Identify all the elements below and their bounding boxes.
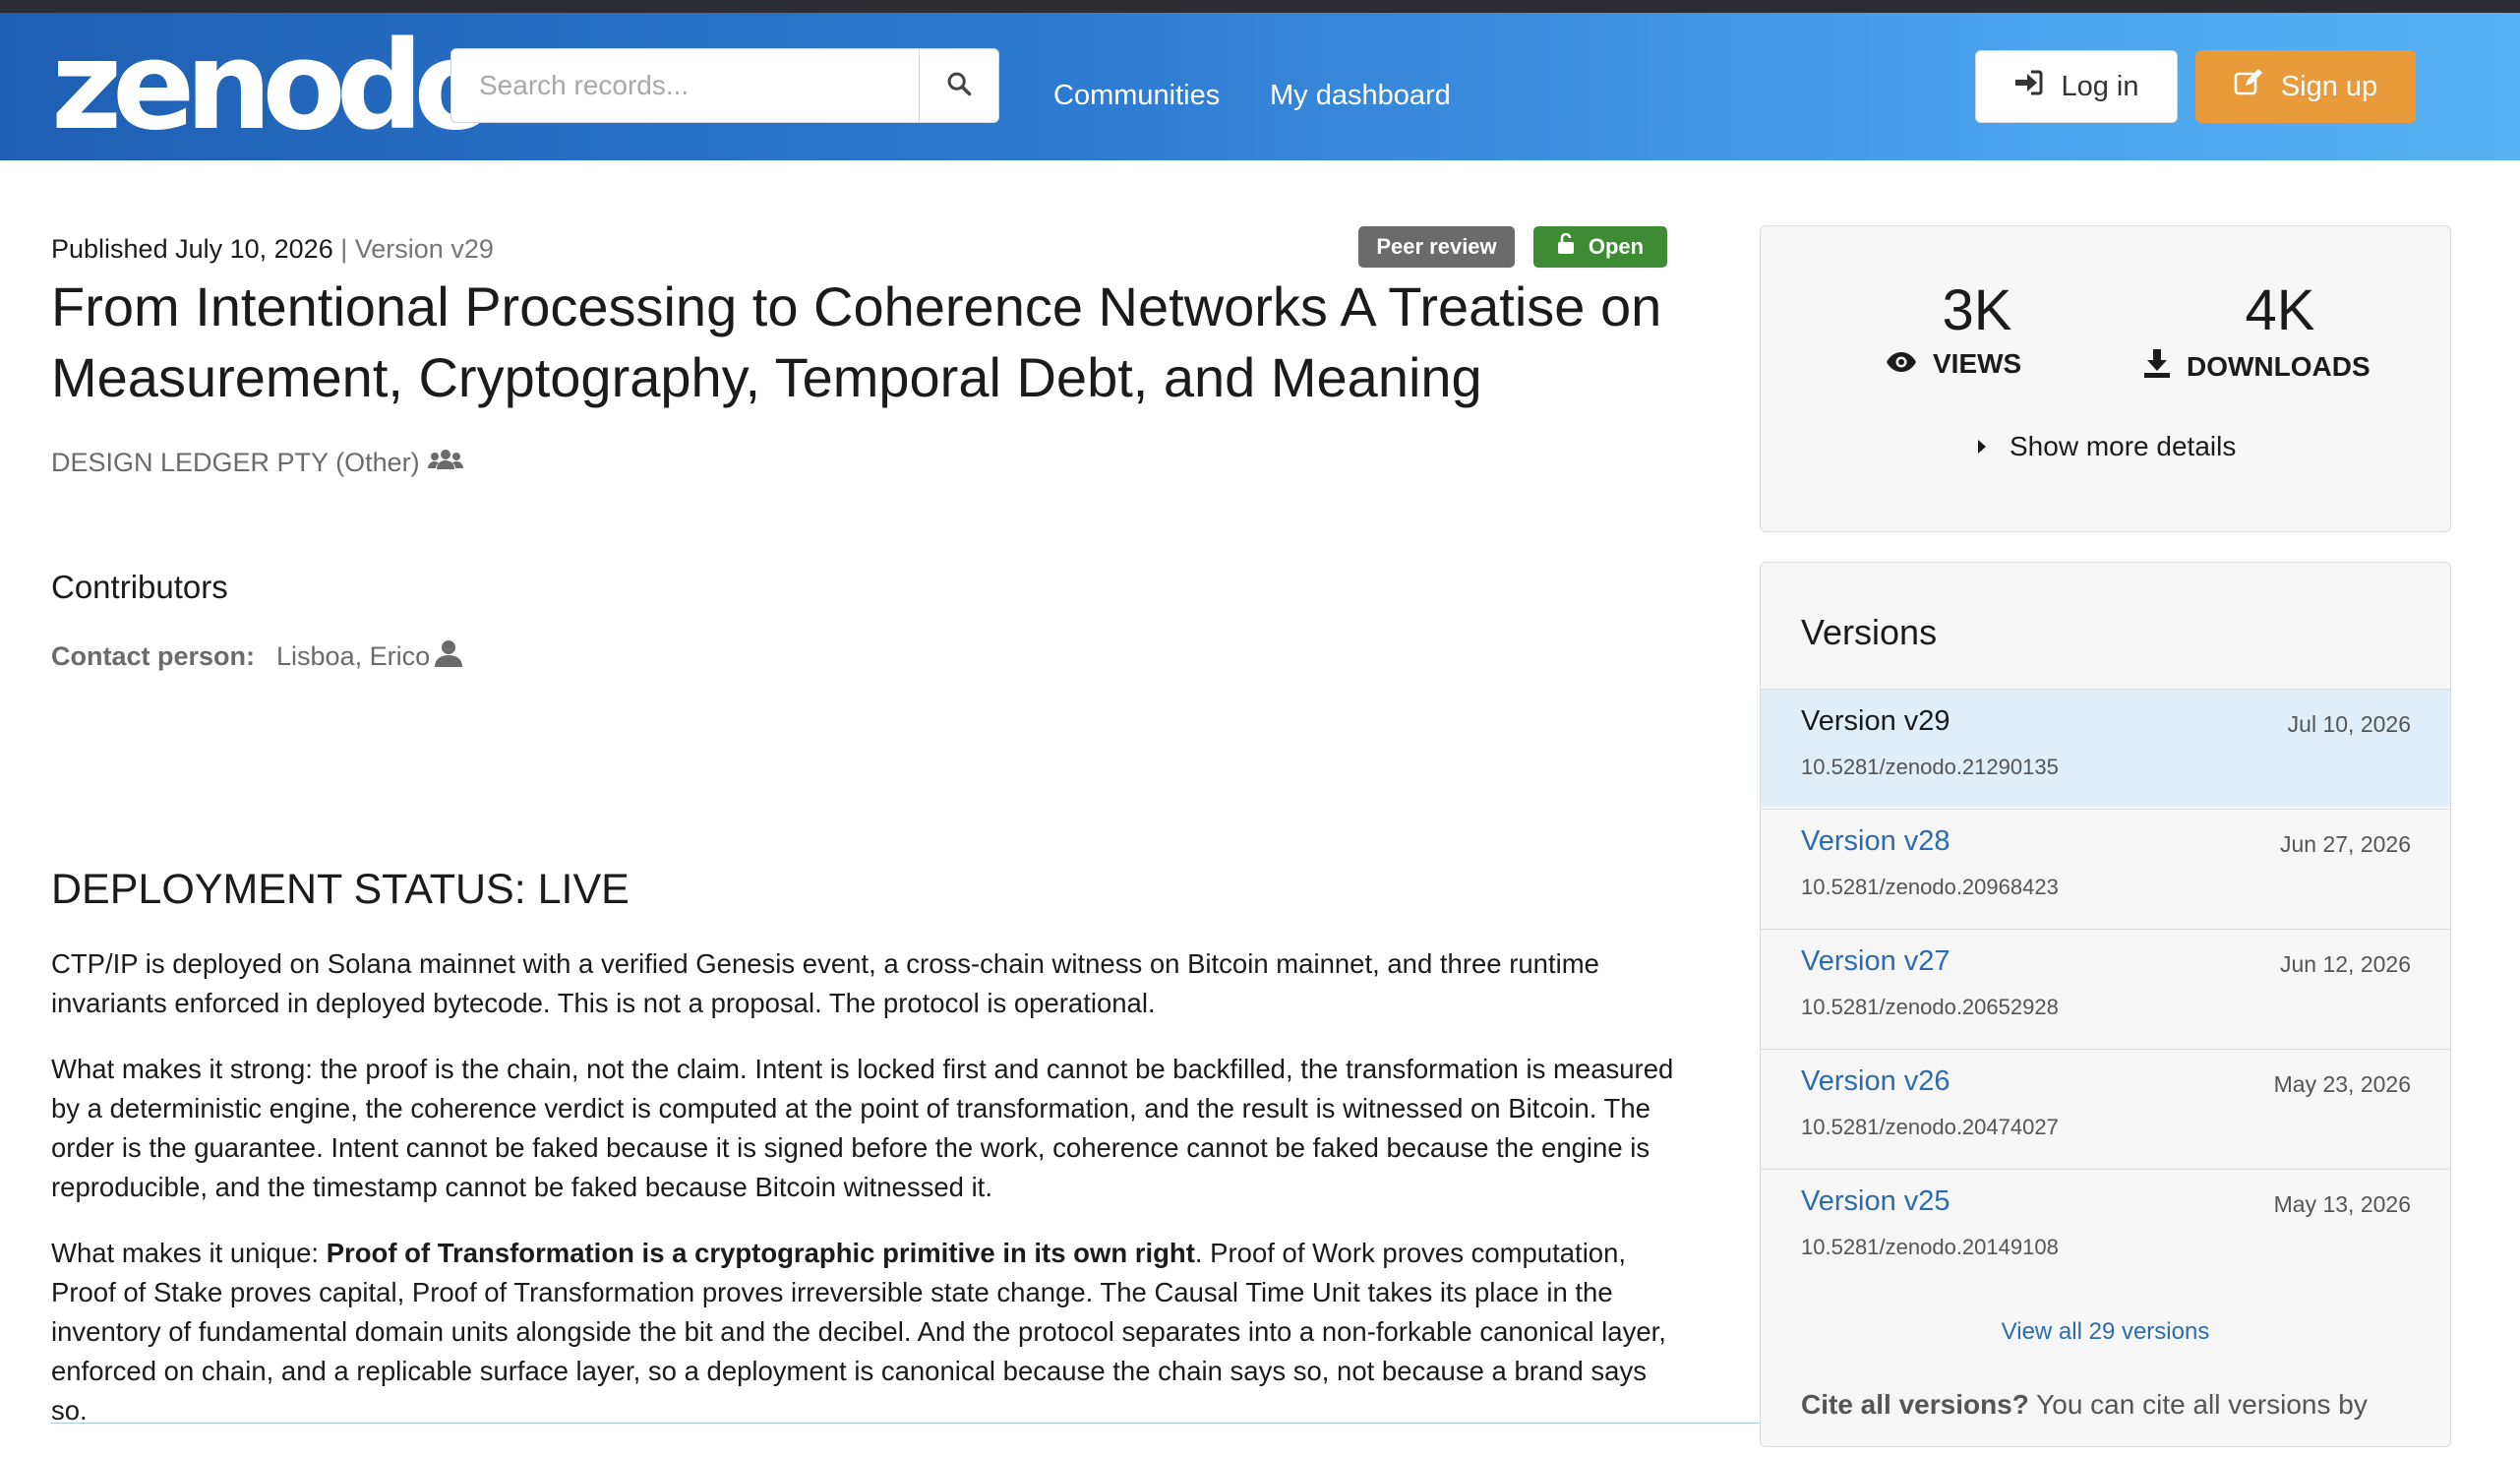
version-name[interactable]: Version v26 xyxy=(1801,1065,1950,1098)
sign-in-icon xyxy=(2013,70,2043,103)
open-access-badge: Open xyxy=(1533,226,1667,268)
version-doi: 10.5281/zenodo.20149108 xyxy=(1801,1235,2059,1259)
show-more-details[interactable]: Show more details xyxy=(1976,431,2236,462)
versions-card: Versions Version v29 Jul 10, 2026 10.528… xyxy=(1760,562,2451,1447)
paragraph-3-prefix: What makes it unique: xyxy=(51,1238,327,1268)
nav-my-dashboard[interactable]: My dashboard xyxy=(1270,80,1451,112)
paragraph-3-bold: Proof of Transformation is a cryptograph… xyxy=(326,1238,1195,1268)
version-row-v25[interactable]: Version v25 May 13, 2026 10.5281/zenodo.… xyxy=(1761,1169,2450,1287)
version-name[interactable]: Version v27 xyxy=(1801,945,1950,978)
contributors-heading: Contributors xyxy=(51,569,228,605)
downloads-count: 4K xyxy=(2245,278,2315,342)
version-date: May 23, 2026 xyxy=(2273,1071,2411,1097)
version-row-v27[interactable]: Version v27 Jun 12, 2026 10.5281/zenodo.… xyxy=(1761,929,2450,1047)
contact-label: Contact person: xyxy=(51,641,256,671)
search-button[interactable] xyxy=(919,49,998,122)
group-icon xyxy=(427,448,463,478)
user-icon xyxy=(434,639,463,674)
version-name: Version v29 xyxy=(1801,705,1950,737)
description: CTP/IP is deployed on Solana mainnet wit… xyxy=(51,944,1684,1457)
version-name[interactable]: Version v28 xyxy=(1801,825,1950,858)
record-title: From Intentional Processing to Coherence… xyxy=(51,275,1662,408)
record-version: Version v29 xyxy=(354,234,494,264)
version-doi: 10.5281/zenodo.20652928 xyxy=(1801,995,2059,1019)
published-date: Published July 10, 2026 xyxy=(51,234,333,264)
version-row-v26[interactable]: Version v26 May 23, 2026 10.5281/zenodo.… xyxy=(1761,1049,2450,1167)
nav-communities[interactable]: Communities xyxy=(1053,80,1220,112)
search-input[interactable] xyxy=(451,49,922,122)
version-date: Jun 12, 2026 xyxy=(2279,951,2411,977)
open-label: Open xyxy=(1588,234,1645,259)
version-date: May 13, 2026 xyxy=(2273,1191,2411,1217)
views-label: VIEWS xyxy=(1886,348,2021,380)
login-button[interactable]: Log in xyxy=(1975,50,2178,123)
signup-button[interactable]: Sign up xyxy=(2195,50,2416,123)
publication-info: Published July 10, 2026 | Version v29 xyxy=(51,234,494,265)
version-row-v29[interactable]: Version v29 Jul 10, 2026 10.5281/zenodo.… xyxy=(1761,689,2450,807)
peer-review-label: Peer review xyxy=(1376,234,1497,259)
section-heading: DEPLOYMENT STATUS: LIVE xyxy=(51,866,630,913)
edit-icon xyxy=(2234,69,2263,104)
peer-review-badge: Peer review xyxy=(1358,226,1515,268)
eye-icon xyxy=(1886,348,1917,380)
cite-question: Cite all versions? xyxy=(1801,1389,2029,1420)
view-all-versions-link[interactable]: View all 29 versions xyxy=(1761,1318,2450,1346)
views-label-text: VIEWS xyxy=(1933,348,2022,379)
views-count: 3K xyxy=(1942,278,2012,342)
versions-title: Versions xyxy=(1801,612,1938,652)
header-bar: zenodo Communities My dashboard Log in S… xyxy=(0,13,2520,160)
lock-open-icon xyxy=(1557,232,1575,261)
paragraph-1: CTP/IP is deployed on Solana mainnet wit… xyxy=(51,948,1599,1018)
downloads-label-text: DOWNLOADS xyxy=(2187,350,2370,382)
version-date: Jul 10, 2026 xyxy=(2287,711,2411,737)
creator[interactable]: DESIGN LEDGER PTY (Other) xyxy=(51,448,463,478)
cite-text: You can cite all versions by xyxy=(2028,1389,2368,1420)
top-strip xyxy=(0,0,2520,13)
creator-name: DESIGN LEDGER PTY (Other) xyxy=(51,448,420,477)
separator: | xyxy=(340,234,348,264)
show-more-details-label: Show more details xyxy=(2010,431,2237,461)
paragraph-3: What makes it unique: Proof of Transform… xyxy=(51,1234,1684,1430)
contact-name[interactable]: Lisboa, Erico xyxy=(276,641,430,672)
version-doi: 10.5281/zenodo.21290135 xyxy=(1801,755,2059,779)
search-icon xyxy=(945,70,973,102)
paragraph-2: What makes it strong: the proof is the c… xyxy=(51,1054,1674,1202)
version-doi: 10.5281/zenodo.20968423 xyxy=(1801,875,2059,899)
version-name[interactable]: Version v25 xyxy=(1801,1185,1950,1218)
stats-card: 3K VIEWS 4K DOWNLOADS Show more details xyxy=(1760,225,2451,532)
version-row-v28[interactable]: Version v28 Jun 27, 2026 10.5281/zenodo.… xyxy=(1761,809,2450,927)
contact-person: Contact person: Lisboa, Erico xyxy=(51,639,463,674)
zenodo-logo[interactable]: zenodo xyxy=(51,23,498,151)
download-icon xyxy=(2143,348,2171,385)
version-date: Jun 27, 2026 xyxy=(2279,831,2411,857)
caret-right-icon xyxy=(1976,431,1988,462)
cite-all-versions: Cite all versions? You can cite all vers… xyxy=(1801,1389,2368,1421)
signup-label: Sign up xyxy=(2280,70,2378,102)
login-label: Log in xyxy=(2061,70,2139,102)
version-doi: 10.5281/zenodo.20474027 xyxy=(1801,1115,2059,1139)
downloads-label: DOWNLOADS xyxy=(2143,348,2370,385)
search-box xyxy=(450,48,999,123)
